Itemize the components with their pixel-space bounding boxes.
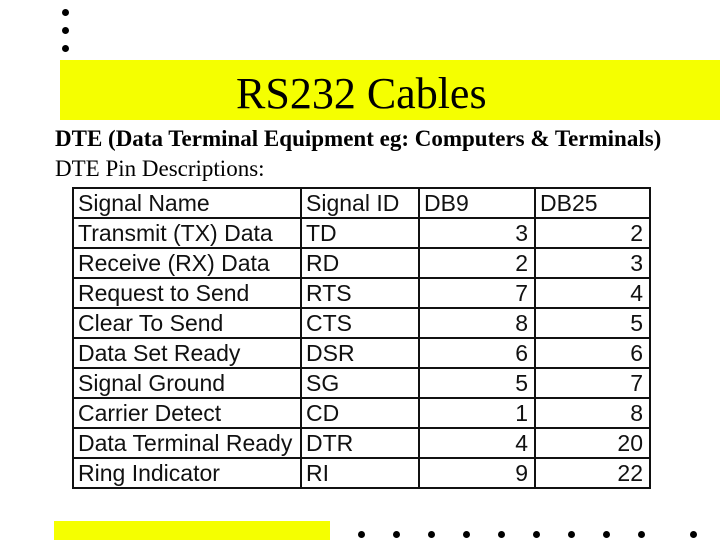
table-row: Ring Indicator RI 9 22	[72, 457, 651, 489]
db9-pin-cell: 7	[418, 277, 536, 309]
footer-dot-icon	[358, 531, 365, 538]
slide-subtitle: DTE (Data Terminal Equipment eg: Compute…	[55, 126, 662, 151]
db25-pin-cell: 4	[534, 277, 651, 309]
footer-dot-icon	[638, 531, 645, 538]
footer-dot-icon	[603, 531, 610, 538]
db9-pin-cell: 1	[418, 397, 536, 429]
db25-pin-cell: 7	[534, 367, 651, 399]
db25-pin-cell: 6	[534, 337, 651, 369]
db9-pin-cell: 4	[418, 427, 536, 459]
table-row: Receive (RX) Data RD 2 3	[72, 247, 651, 279]
db9-pin-cell: 5	[418, 367, 536, 399]
table-row: Clear To Send CTS 8 5	[72, 307, 651, 339]
signal-id-cell: CTS	[300, 307, 420, 339]
pin-description-table: Signal Name Signal ID DB9 DB25 Transmit …	[72, 187, 651, 489]
signal-id-cell: RD	[300, 247, 420, 279]
table-row: Carrier Detect CD 1 8	[72, 397, 651, 429]
bullet-dot-icon	[62, 45, 69, 52]
signal-name-cell: Signal Ground	[72, 367, 302, 399]
table-row: Transmit (TX) Data TD 3 2	[72, 217, 651, 249]
signal-id-cell: DSR	[300, 337, 420, 369]
signal-id-cell: TD	[300, 217, 420, 249]
signal-name-cell: Request to Send	[72, 277, 302, 309]
column-header-signal-name: Signal Name	[72, 187, 302, 219]
signal-name-cell: Transmit (TX) Data	[72, 217, 302, 249]
db25-pin-cell: 8	[534, 397, 651, 429]
signal-id-cell: SG	[300, 367, 420, 399]
column-header-db25: DB25	[534, 187, 651, 219]
bullet-dot-icon	[62, 27, 69, 34]
db25-pin-cell: 5	[534, 307, 651, 339]
signal-id-cell: CD	[300, 397, 420, 429]
signal-name-cell: Receive (RX) Data	[72, 247, 302, 279]
footer-dot-icon	[690, 531, 697, 538]
db9-pin-cell: 9	[418, 457, 536, 489]
db25-pin-cell: 2	[534, 217, 651, 249]
table-row: Data Set Ready DSR 6 6	[72, 337, 651, 369]
table-row: Signal Ground SG 5 7	[72, 367, 651, 399]
signal-id-cell: RI	[300, 457, 420, 489]
footer-banner	[54, 521, 330, 540]
db9-pin-cell: 8	[418, 307, 536, 339]
footer-dot-icon	[568, 531, 575, 538]
db9-pin-cell: 6	[418, 337, 536, 369]
db25-pin-cell: 22	[534, 457, 651, 489]
signal-name-cell: Clear To Send	[72, 307, 302, 339]
column-header-signal-id: Signal ID	[300, 187, 420, 219]
db9-pin-cell: 3	[418, 217, 536, 249]
signal-name-cell: Data Terminal Ready	[72, 427, 302, 459]
column-header-db9: DB9	[418, 187, 536, 219]
section-heading: DTE Pin Descriptions:	[55, 156, 265, 181]
db25-pin-cell: 20	[534, 427, 651, 459]
footer-dot-icon	[393, 531, 400, 538]
footer-dot-icon	[533, 531, 540, 538]
signal-name-cell: Carrier Detect	[72, 397, 302, 429]
slide-title: RS232 Cables	[236, 69, 487, 118]
db9-pin-cell: 2	[418, 247, 536, 279]
table-row: Request to Send RTS 7 4	[72, 277, 651, 309]
signal-name-cell: Data Set Ready	[72, 337, 302, 369]
db25-pin-cell: 3	[534, 247, 651, 279]
footer-dot-icon	[498, 531, 505, 538]
table-header-row: Signal Name Signal ID DB9 DB25	[72, 187, 651, 219]
table-row: Data Terminal Ready DTR 4 20	[72, 427, 651, 459]
bullet-dot-icon	[62, 9, 69, 16]
footer-dot-icon	[463, 531, 470, 538]
signal-name-cell: Ring Indicator	[72, 457, 302, 489]
signal-id-cell: RTS	[300, 277, 420, 309]
footer-dot-icon	[428, 531, 435, 538]
signal-id-cell: DTR	[300, 427, 420, 459]
